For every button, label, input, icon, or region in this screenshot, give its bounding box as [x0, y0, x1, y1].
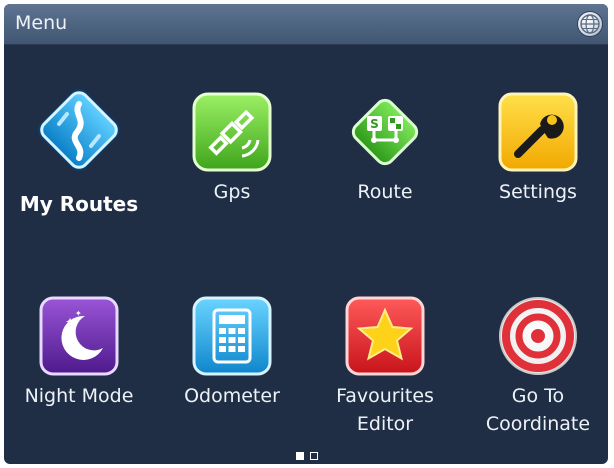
- target-icon: [496, 294, 580, 378]
- satellite-icon: [190, 90, 274, 174]
- menu-item-route[interactable]: S Route: [310, 90, 460, 220]
- menu-item-label: Odometer: [184, 385, 280, 407]
- menu-item-label-line2: Coordinate: [485, 413, 591, 435]
- route-icon: S: [343, 90, 427, 174]
- menu-item-label: Settings: [499, 181, 577, 203]
- menu-item-settings[interactable]: Settings: [463, 90, 608, 220]
- menu-item-label: Gps: [213, 181, 251, 203]
- wrench-icon: [496, 90, 580, 174]
- page-title: Menu: [15, 12, 68, 34]
- star-icon: [343, 294, 427, 378]
- svg-text:✦: ✦: [75, 309, 82, 318]
- menu-item-favourites-editor[interactable]: Favourites Editor: [310, 294, 460, 444]
- menu-screen: Menu My Routes Gps S Route Settings ✦ ✦ …: [4, 4, 608, 464]
- svg-text:S: S: [370, 117, 379, 131]
- menu-item-label: My Routes: [19, 192, 139, 216]
- menu-item-label: Route: [357, 181, 413, 203]
- menu-item-my-routes[interactable]: My Routes: [4, 80, 154, 230]
- menu-item-label-line1: Go To: [511, 385, 565, 407]
- title-bar: Menu: [4, 4, 608, 45]
- menu-item-odometer[interactable]: Odometer: [157, 294, 307, 414]
- calculator-icon: [190, 294, 274, 378]
- globe-icon[interactable]: [578, 12, 602, 36]
- page-dot-inactive[interactable]: [310, 452, 318, 460]
- menu-item-label: Night Mode: [24, 385, 134, 407]
- page-dot-active[interactable]: [296, 452, 304, 460]
- menu-item-gps[interactable]: Gps: [157, 90, 307, 220]
- menu-item-label-line1: Favourites: [336, 385, 434, 407]
- menu-item-night-mode[interactable]: ✦ ✦ Night Mode: [4, 294, 154, 414]
- menu-item-label-line2: Editor: [356, 413, 414, 435]
- menu-item-go-to-coordinate[interactable]: Go To Coordinate: [463, 294, 608, 444]
- svg-text:✦: ✦: [65, 315, 75, 329]
- my-routes-icon: [29, 80, 129, 180]
- moon-icon: ✦ ✦: [37, 294, 121, 378]
